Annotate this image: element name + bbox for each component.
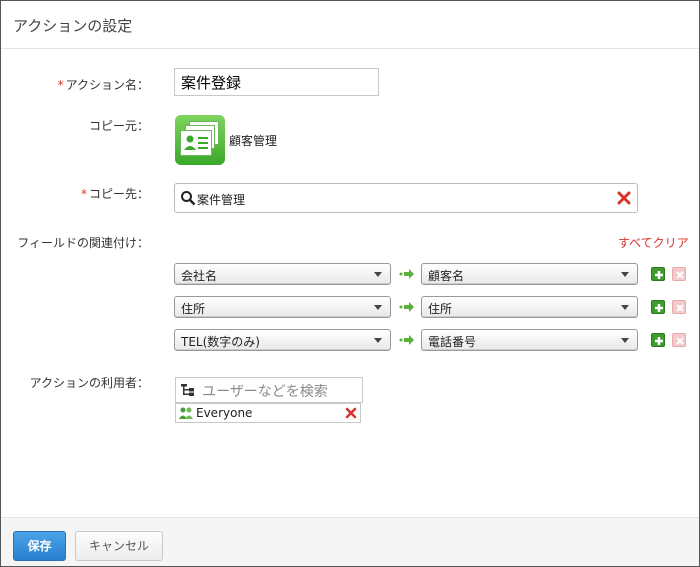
mapping-source-select[interactable]: 住所: [174, 296, 391, 318]
close-icon: [676, 271, 684, 279]
dialog-title: アクションの設定: [13, 17, 133, 35]
group-icon: [179, 407, 193, 419]
action-name-label: * アクション名：: [57, 78, 149, 92]
dialog-footer: 保存 キャンセル: [1, 517, 699, 566]
remove-user-icon[interactable]: [345, 407, 357, 419]
add-row-button[interactable]: [651, 267, 665, 281]
action-name-input[interactable]: 案件登録: [174, 68, 379, 96]
add-row-button[interactable]: [651, 333, 665, 347]
close-icon: [676, 304, 684, 312]
required-mark: *: [80, 187, 87, 201]
action-users-label: アクションの利用者：: [29, 376, 149, 390]
clear-all-link[interactable]: すべてクリア: [618, 234, 689, 251]
add-row-button[interactable]: [651, 300, 665, 314]
remove-row-button[interactable]: [672, 333, 686, 347]
plus-icon: [655, 271, 663, 279]
mapping-source-select[interactable]: TEL(数字のみ): [174, 329, 391, 351]
user-search-input[interactable]: ユーザーなどを検索: [175, 377, 363, 403]
chevron-down-icon: [621, 305, 629, 310]
mapping-dest-select[interactable]: 電話番号: [421, 329, 638, 351]
remove-row-button[interactable]: [672, 300, 686, 314]
copy-dest-search[interactable]: 案件管理: [174, 183, 638, 213]
copy-dest-label: * コピー先：: [80, 187, 149, 201]
mapping-dest-select[interactable]: 顧客名: [421, 263, 638, 285]
chevron-down-icon: [374, 338, 382, 343]
action-settings-dialog: アクションの設定 * アクション名： 案件登録 コピー元： 顧客管理 * コピー先：: [0, 0, 700, 567]
app-icon: [175, 115, 225, 165]
chevron-down-icon: [374, 272, 382, 277]
search-icon: [181, 191, 196, 206]
app-icon-card-front: [180, 130, 212, 156]
cancel-button[interactable]: キャンセル: [75, 531, 163, 561]
arrow-right-icon: [399, 269, 414, 279]
dialog-header: アクションの設定: [1, 1, 699, 49]
save-button[interactable]: 保存: [13, 531, 66, 561]
user-entry: Everyone: [175, 403, 361, 423]
copy-dest-value: 案件管理: [197, 193, 246, 207]
person-card-icon: [184, 135, 208, 150]
clear-icon[interactable]: [617, 191, 631, 205]
org-tree-icon[interactable]: [180, 382, 196, 398]
chevron-down-icon: [621, 338, 629, 343]
chevron-down-icon: [374, 305, 382, 310]
arrow-right-icon: [399, 335, 414, 345]
chevron-down-icon: [621, 272, 629, 277]
remove-row-button[interactable]: [672, 267, 686, 281]
required-mark: *: [57, 78, 64, 92]
copy-source-app-name: 顧客管理: [229, 134, 278, 148]
mapping-dest-select[interactable]: 住所: [421, 296, 638, 318]
plus-icon: [655, 337, 663, 345]
user-search-placeholder: ユーザーなどを検索: [202, 384, 328, 400]
field-mapping-label: フィールドの関連付け：: [17, 236, 149, 250]
mapping-source-select[interactable]: 会社名: [174, 263, 391, 285]
arrow-right-icon: [399, 302, 414, 312]
close-icon: [676, 337, 684, 345]
copy-source-label: コピー元：: [88, 119, 149, 133]
plus-icon: [655, 304, 663, 312]
user-entry-name: Everyone: [196, 406, 253, 420]
